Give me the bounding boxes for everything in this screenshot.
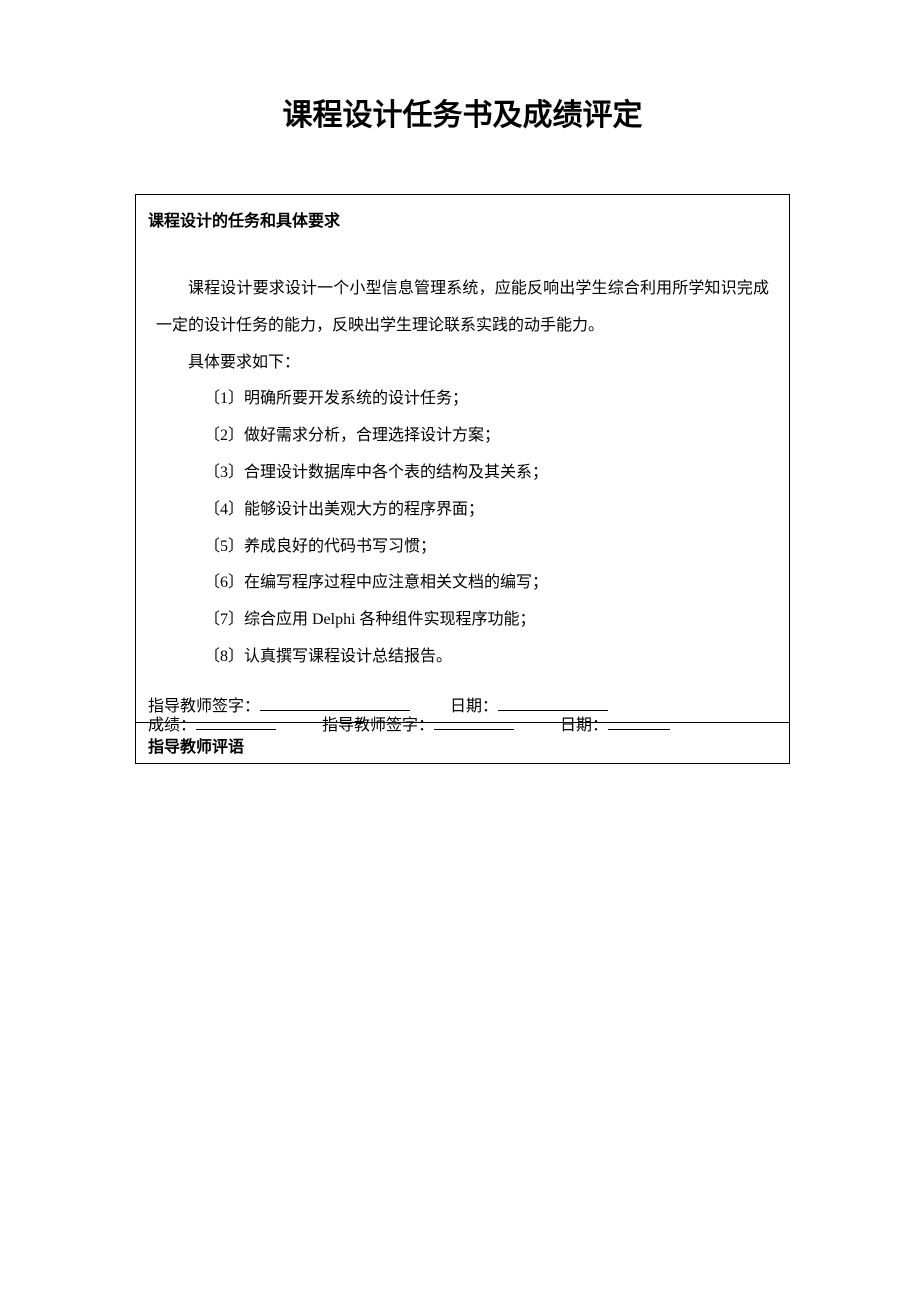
sign-blank-2: [434, 729, 514, 730]
teacher-sign-label-2: 指导教师签字：: [322, 717, 434, 734]
comment-footer: 成绩： 指导教师签字： 日期：: [148, 711, 777, 735]
task-body: 课程设计要求设计一个小型信息管理系统，应能反响出学生综合利用所学知识完成一定的设…: [136, 237, 789, 688]
list-item: 〔6〕在编写程序过程中应注意相关文档的编写；: [156, 565, 769, 602]
list-item: 〔3〕合理设计数据库中各个表的结构及其关系；: [156, 455, 769, 492]
grade-field: 成绩：: [148, 711, 276, 735]
comment-section: 指导教师评语 成绩： 指导教师签字： 日期：: [136, 722, 790, 763]
list-item: 〔5〕养成良好的代码书写习惯；: [156, 529, 769, 566]
intro-paragraph: 课程设计要求设计一个小型信息管理系统，应能反响出学生综合利用所学知识完成一定的设…: [156, 271, 769, 345]
list-item: 〔2〕做好需求分析，合理选择设计方案；: [156, 418, 769, 455]
list-item: 〔4〕能够设计出美观大方的程序界面；: [156, 492, 769, 529]
list-item: 〔7〕综合应用 Delphi 各种组件实现程序功能；: [156, 602, 769, 639]
list-item: 〔1〕明确所要开发系统的设计任务；: [156, 381, 769, 418]
task-section: 课程设计的任务和具体要求 课程设计要求设计一个小型信息管理系统，应能反响出学生综…: [136, 195, 790, 723]
grade-blank: [196, 729, 276, 730]
date-field: 日期：: [560, 711, 670, 735]
task-header: 课程设计的任务和具体要求: [136, 195, 789, 237]
page-title: 课程设计任务书及成绩评定: [135, 90, 790, 134]
date-blank-2: [608, 729, 670, 730]
grade-label: 成绩：: [148, 717, 196, 734]
form-table: 课程设计的任务和具体要求 课程设计要求设计一个小型信息管理系统，应能反响出学生综…: [135, 194, 790, 764]
requirements-heading: 具体要求如下：: [156, 345, 769, 382]
list-item: 〔8〕认真撰写课程设计总结报告。: [156, 639, 769, 676]
teacher-sign-field: 指导教师签字：: [322, 711, 514, 735]
date-label-2: 日期：: [560, 717, 608, 734]
